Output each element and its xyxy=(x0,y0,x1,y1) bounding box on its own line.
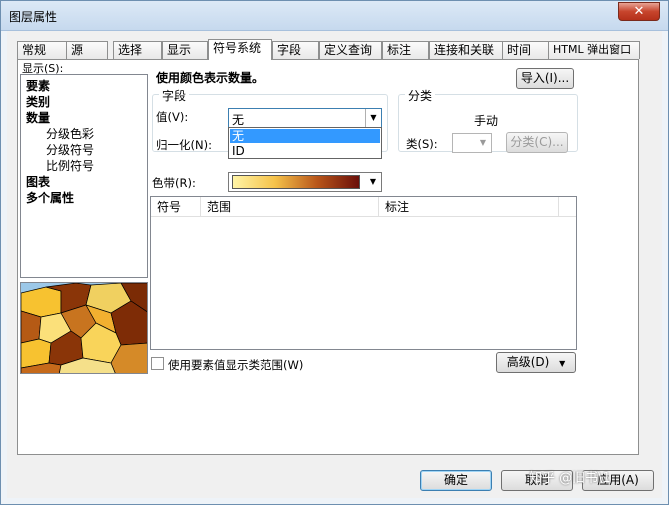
list-item-charts[interactable]: 图表 xyxy=(26,173,50,190)
tab-joins-relates[interactable]: 连接和关联 xyxy=(429,41,506,59)
class-table[interactable]: 符号 范围 标注 xyxy=(150,196,577,350)
tab-display[interactable]: 显示 xyxy=(162,41,208,59)
list-item-categories[interactable]: 类别 xyxy=(26,93,50,110)
window-title: 图层属性 xyxy=(9,10,58,24)
classes-label: 类(S): xyxy=(406,137,438,151)
color-ramp-swatch xyxy=(232,175,360,189)
title-bar[interactable]: 图层属性 ✕ xyxy=(1,1,668,31)
advanced-chevron-down-icon: ▼ xyxy=(559,359,566,368)
dropdown-option-id[interactable]: ID xyxy=(230,144,380,158)
list-item-proportional-symbols[interactable]: 比例符号 xyxy=(46,157,94,174)
classify-button[interactable]: 分类(C)... xyxy=(506,132,568,153)
column-header-label[interactable]: 标注 xyxy=(379,197,559,217)
list-item-multiple-attributes[interactable]: 多个属性 xyxy=(26,189,74,206)
classification-group-title: 分类 xyxy=(405,87,436,104)
list-item-graduated-colors[interactable]: 分级色彩 xyxy=(46,125,94,142)
use-feature-values-checkbox[interactable] xyxy=(151,357,164,370)
layer-properties-dialog: 图层属性 ✕ 常规 源 选择 显示 符号系统 字段 定义查询 标注 连接和关联 … xyxy=(0,0,669,505)
list-item-graduated-symbols[interactable]: 分级符号 xyxy=(46,141,94,158)
tab-definition-query[interactable]: 定义查询 xyxy=(319,41,382,59)
chevron-down-icon[interactable]: ▼ xyxy=(365,109,381,127)
use-feature-values-label: 使用要素值显示类范围(W) xyxy=(168,358,304,372)
tab-symbology[interactable]: 符号系统 xyxy=(208,39,272,60)
advanced-button-label: 高级(D) xyxy=(506,355,550,369)
fields-group-title: 字段 xyxy=(159,87,190,104)
tab-time[interactable]: 时间 xyxy=(502,41,549,59)
advanced-button[interactable]: 高级(D) ▼ xyxy=(496,352,576,373)
color-ramp-label: 色带(R): xyxy=(152,176,196,190)
renderer-heading: 使用颜色表示数量。 xyxy=(156,71,265,85)
close-button[interactable]: ✕ xyxy=(618,2,660,21)
preview-map-graphic xyxy=(21,283,147,373)
value-label: 值(V): xyxy=(156,110,189,124)
class-table-header: 符号 范围 标注 xyxy=(151,197,576,217)
preview-map-image xyxy=(20,282,148,374)
list-item-features[interactable]: 要素 xyxy=(26,77,50,94)
dialog-body: 常规 源 选择 显示 符号系统 字段 定义查询 标注 连接和关联 时间 HTML… xyxy=(7,31,662,498)
color-ramp-combo[interactable]: ▼ xyxy=(228,172,382,192)
normalize-label: 归一化(N): xyxy=(156,138,212,152)
close-icon: ✕ xyxy=(633,4,645,19)
column-header-range[interactable]: 范围 xyxy=(201,197,379,217)
value-combo-text: 无 xyxy=(232,113,245,127)
tab-labels[interactable]: 标注 xyxy=(382,41,429,59)
import-button[interactable]: 导入(I)... xyxy=(516,68,574,89)
value-combo[interactable]: 无 ▼ xyxy=(228,108,382,128)
list-item-quantities[interactable]: 数量 xyxy=(26,109,50,126)
symbology-panel: 显示(S): 要素 类别 数量 分级色彩 分级符号 比例符号 图表 多个属性 使… xyxy=(17,59,639,455)
tab-general[interactable]: 常规 xyxy=(17,41,67,59)
renderer-list[interactable]: 要素 类别 数量 分级色彩 分级符号 比例符号 图表 多个属性 xyxy=(20,74,148,278)
tab-fields[interactable]: 字段 xyxy=(272,41,319,59)
tab-source[interactable]: 源 xyxy=(66,41,108,59)
column-header-symbol[interactable]: 符号 xyxy=(151,197,201,217)
ramp-chevron-down-icon[interactable]: ▼ xyxy=(365,173,381,191)
ok-button[interactable]: 确定 xyxy=(420,470,492,491)
value-dropdown-list[interactable]: 无 ID xyxy=(228,127,382,159)
dropdown-option-none[interactable]: 无 xyxy=(230,129,380,143)
classification-method: 手动 xyxy=(474,114,499,128)
watermark-text: 知乎 @旧书\1 xyxy=(529,471,611,486)
tab-selection[interactable]: 选择 xyxy=(113,41,162,59)
classes-combo[interactable]: ▼ xyxy=(452,133,492,153)
classes-chevron-down-icon[interactable]: ▼ xyxy=(475,134,491,152)
tab-html-popup[interactable]: HTML 弹出窗口 xyxy=(548,41,640,59)
